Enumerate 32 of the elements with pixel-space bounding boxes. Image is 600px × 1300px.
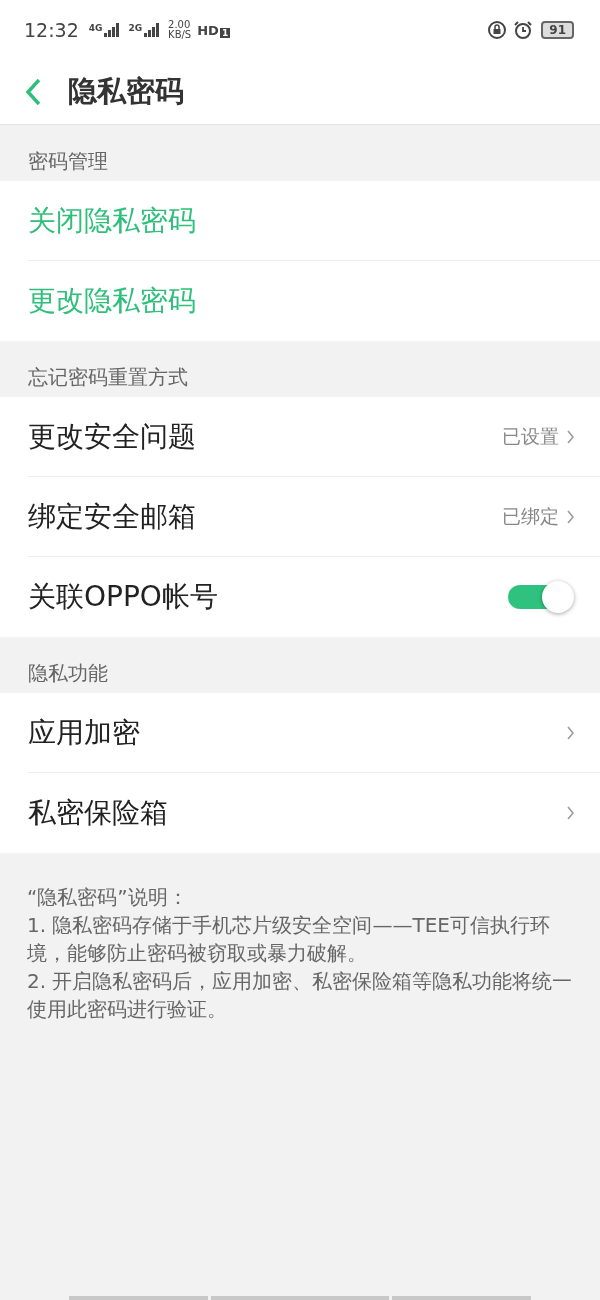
rotation-lock-icon xyxy=(487,20,508,40)
chevron-right-icon xyxy=(567,725,574,740)
description-text: 1. 隐私密码存储于手机芯片级安全空间——TEE可信执行环境，能够防止密码被窃取或暴力破解。 xyxy=(27,912,551,967)
settings-item[interactable]: 应用加密 xyxy=(28,693,600,773)
chevron-right-icon xyxy=(567,429,574,444)
settings-item[interactable]: 私密保险箱 xyxy=(28,773,600,853)
toggle-switch[interactable] xyxy=(508,579,574,615)
settings-item[interactable]: 绑定安全邮箱 已绑定 xyxy=(28,477,600,557)
sim-number: 1 xyxy=(219,27,231,38)
gesture-bar[interactable] xyxy=(69,1296,208,1300)
settings-item[interactable]: 关联OPPO帐号 xyxy=(28,557,600,637)
signal-icon xyxy=(144,23,161,37)
chevron-right-icon xyxy=(567,806,574,820)
network-type: 2G xyxy=(128,23,143,33)
hd-label: HD xyxy=(197,22,219,38)
battery-level: 91 xyxy=(541,21,574,39)
alarm-icon xyxy=(513,20,534,40)
description-text: “隐私密码”说明： xyxy=(27,884,189,911)
network-speed: 2.00 xyxy=(168,20,192,30)
signal-icon xyxy=(104,23,121,37)
chevron-right-icon xyxy=(567,509,574,524)
settings-item[interactable]: 更改安全问题 已设置 xyxy=(28,397,600,477)
section-header: 忘记密码重置方式 xyxy=(28,364,188,391)
section-header: 隐私功能 xyxy=(28,660,108,687)
gesture-bar[interactable] xyxy=(211,1296,389,1300)
status-time: 12:32 xyxy=(24,19,79,41)
gesture-bar[interactable] xyxy=(392,1296,531,1300)
network-type: 4G xyxy=(88,23,103,33)
page-title: 隐私密码 xyxy=(68,73,184,110)
section-header: 密码管理 xyxy=(28,148,108,175)
speed-unit: KB/S xyxy=(168,30,192,40)
description-text: 2. 开启隐私密码后，应用加密、私密保险箱等隐私功能将统一使用此密码进行验证。 xyxy=(27,968,574,1023)
